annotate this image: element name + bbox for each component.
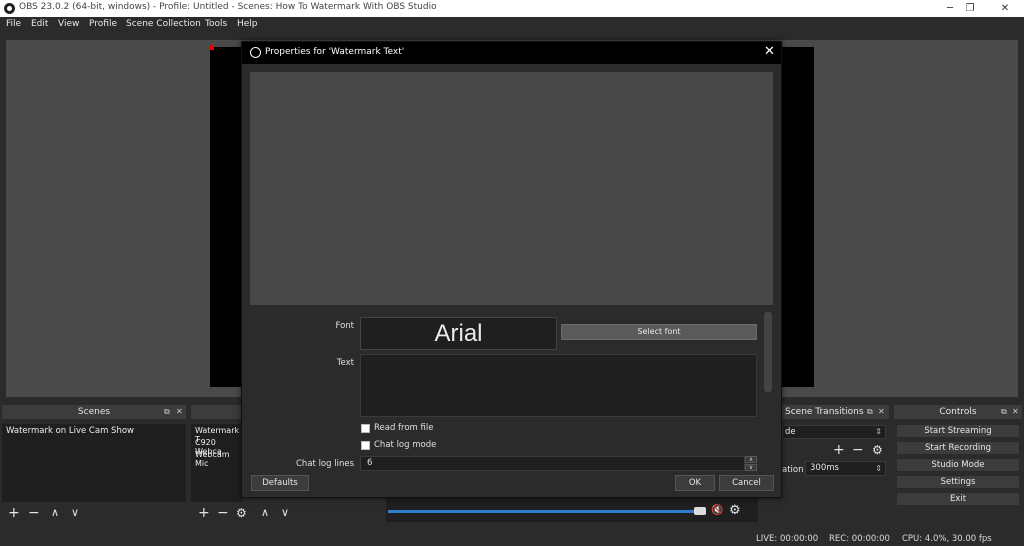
ok-button[interactable]: OK (675, 475, 715, 491)
float-icon[interactable]: ⧉ (164, 405, 170, 419)
start-recording-button[interactable]: Start Recording (896, 441, 1020, 455)
rec-status: REC: 00:00:00 (829, 534, 890, 544)
settings-button[interactable]: Settings (896, 475, 1020, 489)
source-preview (250, 72, 773, 305)
sources-header (191, 405, 243, 419)
select-font-button[interactable]: Select font (561, 324, 757, 340)
list-item[interactable]: Watermark on Live Cam Show (6, 426, 134, 436)
move-scene-up-button[interactable]: ∧ (51, 506, 59, 520)
menu-tools[interactable]: Tools (205, 19, 227, 29)
close-icon[interactable]: ✕ (1012, 405, 1019, 419)
scenes-list[interactable]: Watermark on Live Cam Show (2, 424, 186, 502)
duration-input[interactable]: 300ms ⇕ (805, 461, 886, 476)
add-source-button[interactable]: + (198, 506, 210, 520)
menu-help[interactable]: Help (237, 19, 258, 29)
remove-source-button[interactable]: − (217, 506, 229, 520)
scenes-title: Scenes (77, 407, 111, 417)
read-from-file-checkbox[interactable] (361, 424, 370, 433)
chat-log-mode-label: Chat log mode (374, 440, 437, 450)
remove-scene-button[interactable]: − (28, 506, 40, 520)
close-icon[interactable]: ✕ (176, 405, 183, 419)
volume-slider-track[interactable] (388, 510, 706, 513)
cancel-button[interactable]: Cancel (719, 475, 774, 491)
float-icon[interactable]: ⧉ (867, 405, 873, 419)
move-scene-down-button[interactable]: ∨ (71, 506, 79, 520)
properties-dialog: Properties for 'Watermark Text' ✕ Font A… (241, 41, 782, 498)
close-window-button[interactable]: ✕ (990, 0, 1020, 17)
scenes-header: Scenes ⧉ ✕ (2, 405, 186, 419)
transitions-header: Scene Transitions ⧉ ✕ (782, 405, 889, 419)
menu-bar: File Edit View Profile Scene Collection … (0, 17, 1024, 33)
read-from-file-label: Read from file (374, 423, 434, 433)
spin-up-button[interactable]: ∧ (745, 456, 757, 463)
transition-select-value: de (785, 427, 796, 437)
updown-icon: ⇕ (875, 427, 882, 436)
transitions-title: Scene Transitions (785, 407, 864, 417)
remove-transition-button[interactable]: − (852, 443, 864, 457)
menu-file[interactable]: File (6, 19, 21, 29)
menu-scene-collection[interactable]: Scene Collection (126, 19, 201, 29)
menu-edit[interactable]: Edit (31, 19, 48, 29)
chat-log-mode-checkbox[interactable] (361, 441, 370, 450)
chat-log-lines-input[interactable]: 6 (360, 456, 745, 471)
menu-view[interactable]: View (58, 19, 79, 29)
chat-log-lines-label: Chat log lines (296, 459, 354, 469)
sources-list[interactable]: Watermark T C920 Webca Webcam Mic (191, 424, 243, 502)
controls-header: Controls ⧉ ✕ (894, 405, 1022, 419)
live-status: LIVE: 00:00:00 (756, 534, 819, 544)
font-label: Font (335, 321, 354, 331)
spin-down-button[interactable]: ∨ (745, 464, 757, 471)
scene-transitions-dock: Scene Transitions ⧉ ✕ (782, 405, 889, 419)
volume-slider-handle[interactable] (694, 507, 706, 515)
mixer-gear-icon[interactable]: ⚙ (729, 503, 741, 518)
list-item[interactable]: Webcam Mic (195, 450, 243, 468)
obs-logo-icon (4, 3, 15, 14)
source-properties-gear-icon[interactable]: ⚙ (236, 506, 247, 520)
duration-label: ation (782, 465, 804, 475)
start-streaming-button[interactable]: Start Streaming (896, 424, 1020, 438)
source-handle[interactable] (209, 45, 214, 50)
add-transition-button[interactable]: + (833, 443, 845, 457)
cpu-status: CPU: 4.0%, 30.00 fps (902, 534, 992, 544)
dialog-titlebar: Properties for 'Watermark Text' ✕ (242, 42, 781, 64)
defaults-button[interactable]: Defaults (251, 475, 309, 491)
move-source-up-button[interactable]: ∧ (261, 506, 269, 520)
duration-value: 300ms (810, 463, 839, 473)
controls-dock: Controls ⧉ ✕ (894, 405, 1022, 419)
window-titlebar: OBS 23.0.2 (64-bit, windows) - Profile: … (0, 0, 1024, 17)
exit-button[interactable]: Exit (896, 492, 1020, 506)
float-icon[interactable]: ⧉ (1001, 405, 1007, 419)
properties-panel: Font Arial Select font Text Read from fi… (242, 307, 781, 472)
studio-mode-button[interactable]: Studio Mode (896, 458, 1020, 472)
transition-select[interactable]: de ⇕ (782, 425, 886, 439)
dialog-close-button[interactable]: ✕ (764, 44, 775, 59)
close-icon[interactable]: ✕ (878, 405, 885, 419)
menu-profile[interactable]: Profile (89, 19, 117, 29)
updown-icon: ⇕ (875, 464, 882, 473)
properties-scrollbar[interactable] (764, 312, 772, 392)
move-source-down-button[interactable]: ∨ (281, 506, 289, 520)
transition-gear-icon[interactable]: ⚙ (872, 443, 883, 457)
window-title: OBS 23.0.2 (64-bit, windows) - Profile: … (19, 2, 437, 12)
controls-title: Controls (939, 407, 977, 417)
add-scene-button[interactable]: + (8, 506, 20, 520)
obs-logo-icon (250, 47, 261, 58)
text-label: Text (336, 358, 354, 368)
text-input[interactable] (360, 354, 757, 417)
maximize-button[interactable]: ❐ (955, 0, 985, 17)
mute-icon[interactable]: 🔇 (711, 505, 723, 516)
sources-dock: Watermark T C920 Webca Webcam Mic (191, 405, 243, 502)
scenes-dock: Scenes ⧉ ✕ Watermark on Live Cam Show (2, 405, 186, 502)
font-preview: Arial (360, 317, 557, 350)
dialog-title: Properties for 'Watermark Text' (265, 47, 405, 57)
